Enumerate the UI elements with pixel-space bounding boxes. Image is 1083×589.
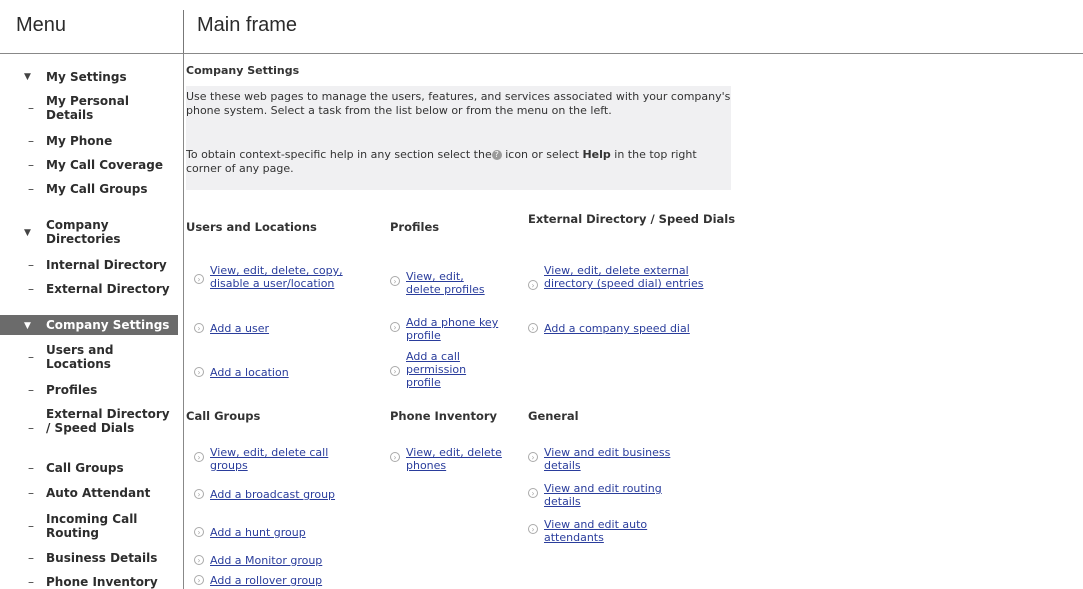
dash-icon: – [28,551,34,565]
heading-external-directory: External Directory / Speed Dials [528,212,736,226]
dash-icon: – [28,486,34,500]
arrow-bullet-icon: › [528,488,538,498]
heading-call-groups: Call Groups [186,409,261,423]
arrow-bullet-icon: › [390,366,400,376]
dash-icon: – [28,519,34,533]
help-hint: To obtain context-specific help in any s… [186,148,697,175]
frame-header: Menu Main frame [0,0,1083,54]
heading-users-and-locations: Users and Locations [186,220,317,234]
arrow-bullet-icon: › [528,280,538,290]
arrow-bullet-icon: › [390,276,400,286]
arrow-bullet-icon: › [194,527,204,537]
page-title: Company Settings [186,64,300,77]
frame-divider [183,54,184,589]
arrow-bullet-icon: › [194,555,204,565]
arrow-bullet-icon: › [390,452,400,462]
heading-profiles: Profiles [390,220,440,234]
arrow-bullet-icon: › [528,323,538,333]
dash-icon: – [28,350,34,364]
dash-icon: – [28,258,34,272]
menu-frame-label: Menu [16,14,67,36]
dash-icon: – [28,282,34,296]
dash-icon: – [28,134,34,148]
dash-icon: – [28,383,34,397]
arrow-bullet-icon: › [194,323,204,333]
dash-icon: – [28,182,34,196]
dash-icon: – [28,421,34,435]
dash-icon: – [28,101,34,115]
main-frame-label: Main frame [197,14,298,36]
expand-arrow-icon: ▼ [24,72,31,82]
arrow-bullet-icon: › [528,452,538,462]
menu-item-company-settings[interactable]: ▼ Company Settings [0,315,178,335]
dash-icon: – [28,158,34,172]
expand-arrow-icon: ▼ [24,228,31,238]
arrow-bullet-icon: › [194,452,204,462]
heading-general: General [528,409,579,423]
dash-icon: – [28,461,34,475]
arrow-bullet-icon: › [194,575,204,585]
arrow-bullet-icon: › [528,524,538,534]
header-divider [183,10,184,54]
arrow-bullet-icon: › [194,274,204,284]
heading-phone-inventory: Phone Inventory [390,409,498,423]
sidebar-menu: ▼ My Settings – My Personal Details – My… [0,54,180,589]
arrow-bullet-icon: › [390,322,400,332]
dash-icon: – [28,575,34,589]
expand-arrow-icon: ▼ [24,321,31,331]
intro-text: Use these web pages to manage the users,… [186,90,731,117]
arrow-bullet-icon: › [194,367,204,377]
help-icon: ? [491,150,502,160]
arrow-bullet-icon: › [194,489,204,499]
intro-box: Use these web pages to manage the users,… [186,86,731,190]
